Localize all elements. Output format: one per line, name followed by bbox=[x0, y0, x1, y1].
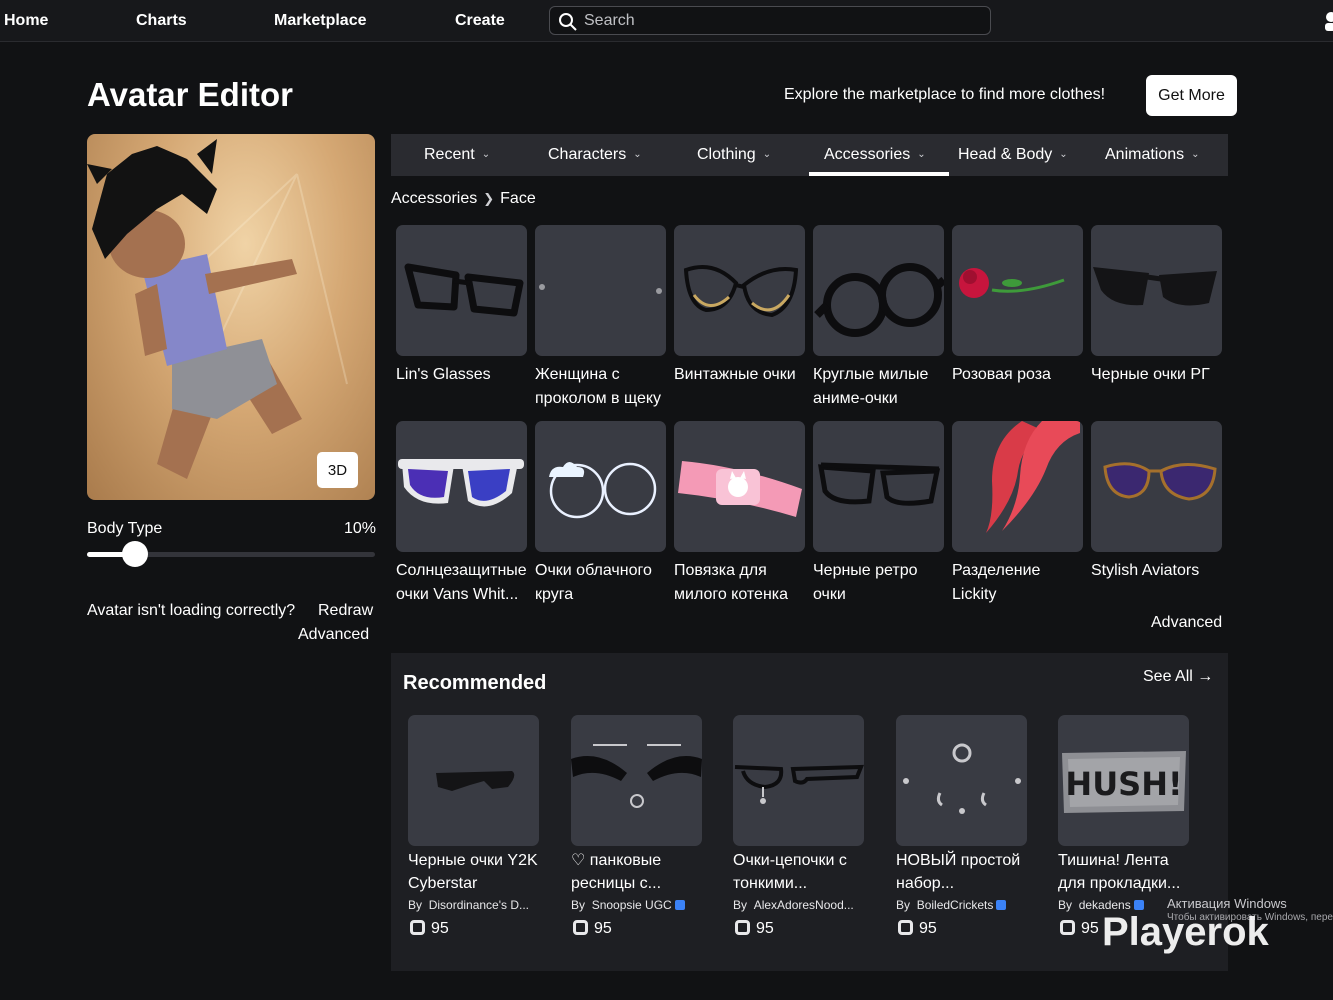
verified-badge-icon bbox=[1133, 900, 1144, 910]
top-navigation-bar: Home Charts Marketplace Create bbox=[0, 0, 1333, 42]
chevron-right-icon: ❯ bbox=[483, 191, 495, 206]
robux-icon bbox=[410, 920, 425, 935]
red-tongue-icon[interactable] bbox=[952, 421, 1083, 552]
breadcrumb: Accessories ❯ Face bbox=[391, 190, 536, 208]
recommended-item-name: ♡ панковые ресницы с... bbox=[571, 852, 662, 892]
get-more-button[interactable]: Get More bbox=[1146, 75, 1237, 116]
item-name: Солнцезащитные очки Vans Whit... bbox=[396, 562, 527, 603]
hush-tape-icon[interactable]: HUSH! bbox=[1058, 715, 1189, 846]
avatar-preview[interactable] bbox=[87, 134, 375, 500]
vans-sunglasses-icon[interactable] bbox=[396, 421, 527, 552]
breadcrumb-current: Face bbox=[500, 190, 536, 207]
body-type-label: Body Type bbox=[87, 520, 163, 537]
item-name: Винтажные очки bbox=[674, 366, 796, 383]
item-name: Черные очки РГ bbox=[1091, 366, 1210, 383]
playerok-watermark: Playerok bbox=[1102, 910, 1269, 954]
see-all-link[interactable]: See All → bbox=[1143, 668, 1213, 686]
aviators-icon[interactable] bbox=[1091, 421, 1222, 552]
body-type-value: 10% bbox=[344, 520, 377, 537]
chevron-down-icon: ⌄ bbox=[633, 149, 642, 160]
recommended-item-name: Очки-цепочки с тонкими... bbox=[733, 852, 847, 892]
nav-create-link[interactable]: Create bbox=[455, 12, 505, 30]
view-3d-button[interactable]: 3D bbox=[317, 452, 358, 488]
verified-badge-icon bbox=[996, 900, 1007, 910]
recommended-item-name: НОВЫЙ простой набор... bbox=[896, 852, 1021, 892]
robux-icon bbox=[573, 920, 588, 935]
breadcrumb-parent[interactable]: Accessories bbox=[391, 190, 477, 207]
user-icon[interactable] bbox=[1321, 10, 1333, 32]
search-box[interactable] bbox=[549, 6, 991, 35]
advanced-link[interactable]: Advanced bbox=[1151, 614, 1222, 632]
body-type-slider-thumb[interactable] bbox=[122, 541, 148, 567]
nav-charts-link[interactable]: Charts bbox=[136, 12, 187, 30]
round-glasses-icon[interactable] bbox=[813, 225, 944, 356]
item-name: Разделение Lickity bbox=[952, 562, 1041, 603]
tab-characters[interactable]: Characters ⌄ bbox=[548, 146, 642, 164]
robux-icon bbox=[1060, 920, 1075, 935]
recommended-item-creator[interactable]: By Disordinance's D... bbox=[408, 898, 548, 912]
y2k-glasses-icon[interactable] bbox=[408, 715, 539, 846]
recommended-item-creator[interactable]: By BoiledCrickets bbox=[896, 898, 1036, 912]
nav-marketplace-link[interactable]: Marketplace bbox=[274, 12, 367, 30]
arrow-right-icon: → bbox=[1197, 668, 1214, 685]
robux-icon bbox=[898, 920, 913, 935]
item-name: Черные ретро очки bbox=[813, 562, 918, 603]
rose-icon[interactable] bbox=[952, 225, 1083, 356]
recommended-item-price: 95 bbox=[1060, 920, 1099, 938]
chevron-down-icon: ⌄ bbox=[917, 149, 926, 160]
redraw-link[interactable]: Redraw bbox=[318, 602, 373, 620]
item-name: Lin's Glasses bbox=[396, 366, 491, 383]
tab-animations[interactable]: Animations ⌄ bbox=[1105, 146, 1200, 164]
recommended-item-creator[interactable]: By Snoopsie UGC bbox=[571, 898, 711, 912]
tab-accessories[interactable]: Accessories ⌄ bbox=[824, 146, 926, 164]
avatar-loading-text: Avatar isn't loading correctly? bbox=[87, 602, 296, 619]
chevron-down-icon: ⌄ bbox=[762, 149, 772, 160]
recommended-item-name: Тишина! Лента для прокладки... bbox=[1058, 852, 1181, 892]
recommended-title: Recommended bbox=[403, 672, 547, 694]
windows-activation-notice: Активация Windows bbox=[1167, 896, 1287, 911]
item-name: Женщина с проколом в щеку bbox=[535, 366, 662, 407]
avatar-figure bbox=[87, 139, 348, 479]
avatar-advanced-link[interactable]: Advanced bbox=[298, 626, 369, 644]
chevron-down-icon: ⌄ bbox=[1191, 149, 1200, 160]
kitty-bandage-icon[interactable] bbox=[674, 421, 805, 552]
black-glasses-icon[interactable] bbox=[396, 225, 527, 356]
verified-badge-icon bbox=[674, 900, 685, 910]
cloud-glasses-icon[interactable] bbox=[535, 421, 666, 552]
tab-recent[interactable]: Recent ⌄ bbox=[424, 146, 490, 164]
cheek-piercing-icon[interactable] bbox=[535, 225, 666, 356]
search-icon bbox=[559, 13, 577, 31]
recommended-item-price: 95 bbox=[735, 920, 774, 938]
punk-lashes-icon[interactable] bbox=[571, 715, 702, 846]
explore-text: Explore the marketplace to find more clo… bbox=[784, 86, 1106, 103]
active-tab-indicator bbox=[809, 172, 949, 176]
tab-head-body[interactable]: Head & Body ⌄ bbox=[958, 146, 1068, 164]
black-sunglasses-icon[interactable] bbox=[1091, 225, 1222, 356]
page-title: Avatar Editor bbox=[87, 76, 293, 113]
piercing-set-icon[interactable] bbox=[896, 715, 1027, 846]
item-name: Розовая роза bbox=[952, 366, 1051, 383]
chevron-down-icon: ⌄ bbox=[481, 149, 491, 160]
tab-clothing[interactable]: Clothing ⌄ bbox=[697, 146, 771, 164]
recommended-item-price: 95 bbox=[573, 920, 612, 938]
nav-home-link[interactable]: Home bbox=[4, 12, 48, 30]
chevron-down-icon: ⌄ bbox=[1059, 149, 1068, 160]
recommended-item-name: Черные очки Y2K Cyberstar bbox=[408, 852, 538, 892]
recommended-item-price: 95 bbox=[410, 920, 449, 938]
vintage-glasses-icon[interactable] bbox=[674, 225, 805, 356]
svg-text:HUSH!: HUSH! bbox=[1065, 765, 1182, 803]
item-name: Повязка для милого котенка bbox=[674, 562, 789, 603]
chain-glasses-icon[interactable] bbox=[733, 715, 864, 846]
search-input[interactable] bbox=[584, 10, 974, 32]
category-tabs: Recent ⌄ Characters ⌄ Clothing ⌄ Accessorie… bbox=[391, 134, 1228, 176]
retro-glasses-icon[interactable] bbox=[813, 421, 944, 552]
robux-icon bbox=[735, 920, 750, 935]
recommended-item-price: 95 bbox=[898, 920, 937, 938]
item-name: Круглые милые аниме-очки bbox=[813, 366, 929, 407]
item-name: Stylish Aviators bbox=[1091, 562, 1200, 579]
recommended-item-creator[interactable]: By AlexAdoresNood... bbox=[733, 898, 873, 912]
item-name: Очки облачного круга bbox=[535, 562, 652, 603]
